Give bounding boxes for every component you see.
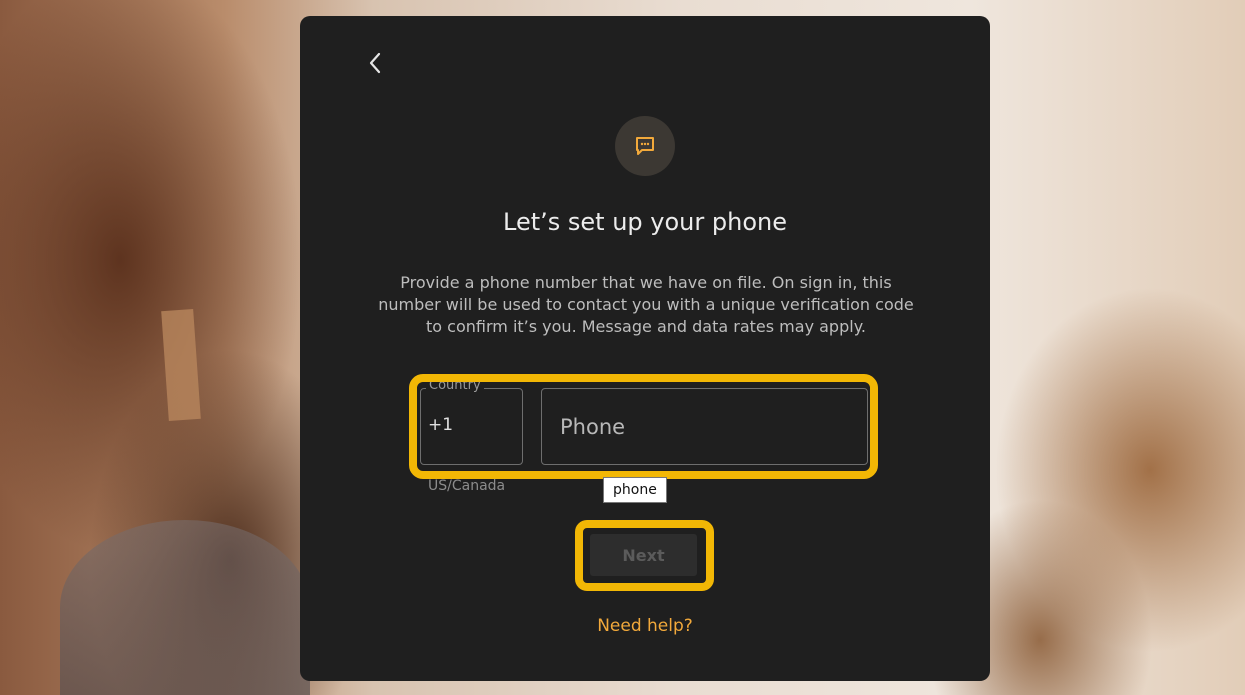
- country-label: Country: [426, 378, 484, 394]
- page-description: Provide a phone number that we have on f…: [378, 273, 914, 336]
- field-tooltip: phone: [603, 477, 667, 503]
- country-helper-text: US/Canada: [428, 478, 506, 494]
- badge-circle: [615, 116, 675, 176]
- back-button[interactable]: [362, 48, 388, 78]
- need-help-link[interactable]: Need help?: [300, 616, 990, 636]
- chevron-left-icon: [369, 52, 381, 74]
- country-code-value: +1: [428, 415, 454, 435]
- background-hill: [60, 520, 310, 695]
- next-button[interactable]: Next: [590, 534, 697, 576]
- backpack-strap: [161, 309, 201, 421]
- phone-input[interactable]: [541, 388, 868, 465]
- chat-bubble-icon: [636, 137, 654, 155]
- page-title: Let’s set up your phone: [503, 208, 787, 236]
